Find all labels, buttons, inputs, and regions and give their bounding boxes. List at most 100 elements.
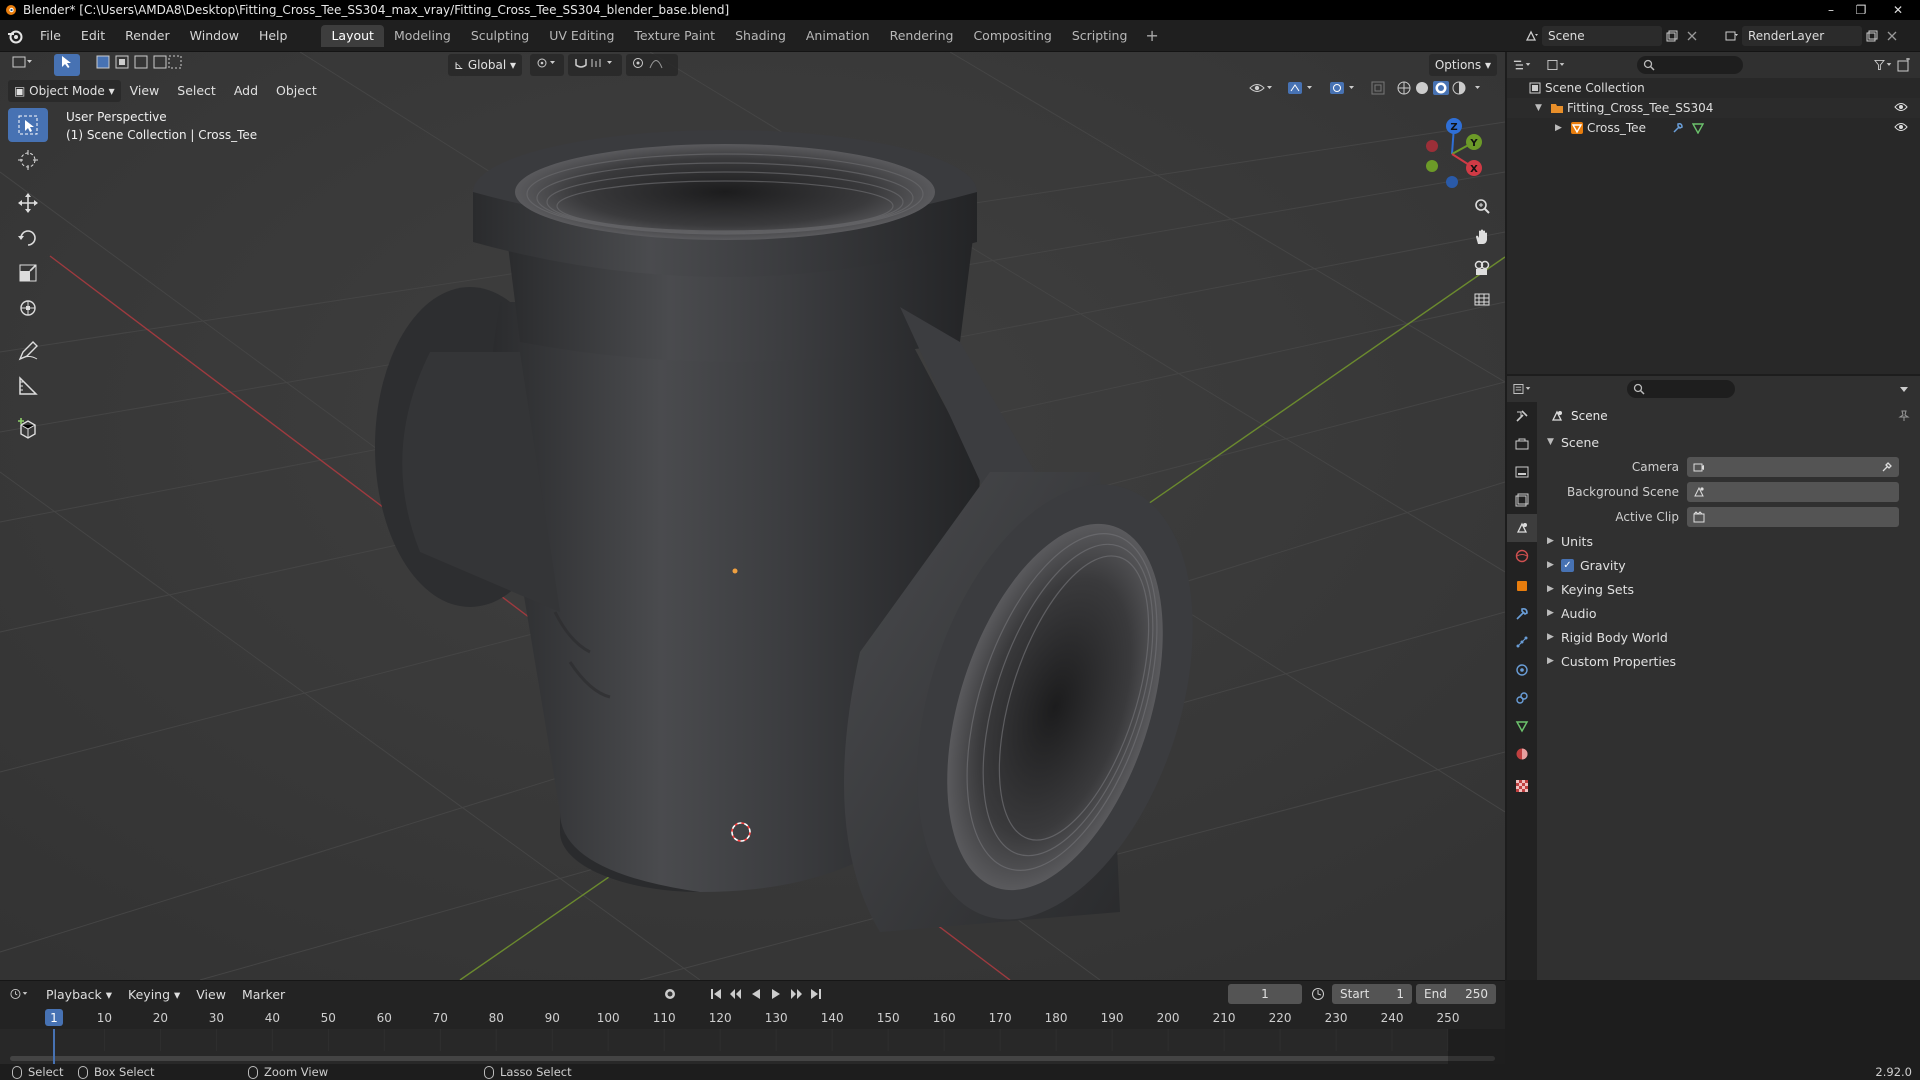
menu-window[interactable]: Window [180, 20, 249, 52]
expand-arrow-icon[interactable]: ▼ [1535, 103, 1547, 113]
zoom-icon[interactable] [1468, 192, 1496, 220]
menu-edit[interactable]: Edit [71, 20, 115, 52]
neg-z-axis-dot[interactable] [1446, 176, 1458, 188]
rigid-body-world-panel-header[interactable]: ▶ Rigid Body World [1537, 625, 1920, 649]
xray-toggle-icon[interactable] [1365, 80, 1391, 102]
new-scene-icon[interactable] [1662, 26, 1682, 46]
close-window-button[interactable]: ✕ [1876, 0, 1920, 20]
custom-properties-panel-header[interactable]: ▶ Custom Properties [1537, 649, 1920, 673]
tab-tool-settings[interactable] [1507, 402, 1537, 430]
transform-tool[interactable] [8, 291, 48, 325]
navigation-gizmo[interactable]: Z Y X [1410, 112, 1494, 196]
tab-modifier-properties[interactable] [1507, 600, 1537, 628]
record-keyframe-icon[interactable] [660, 984, 680, 1004]
tab-uv-editing[interactable]: UV Editing [539, 25, 624, 47]
tab-layout[interactable]: Layout [321, 24, 384, 47]
menu-help[interactable]: Help [249, 20, 298, 52]
tab-render-properties[interactable] [1507, 430, 1537, 458]
visibility-eye-icon[interactable] [1894, 121, 1908, 135]
jump-keyframe-forward-icon[interactable] [786, 984, 806, 1004]
start-frame-field[interactable]: Start 1 [1332, 984, 1412, 1004]
camera-view-icon[interactable] [1468, 254, 1496, 282]
camera-field[interactable] [1687, 456, 1899, 477]
viewport-menu-select[interactable]: Select [168, 80, 225, 102]
properties-options-icon[interactable] [1894, 379, 1914, 399]
neg-y-axis-dot[interactable] [1426, 160, 1438, 172]
play-reverse-icon[interactable] [746, 984, 766, 1004]
view-layer-name-field[interactable]: RenderLayer [1742, 26, 1862, 46]
tab-view-layer-properties[interactable] [1507, 486, 1537, 514]
tab-particle-properties[interactable] [1507, 628, 1537, 656]
blender-menu-icon[interactable] [0, 20, 30, 52]
keying-sets-panel-header[interactable]: ▶ Keying Sets [1537, 577, 1920, 601]
snap-toggle[interactable] [568, 54, 622, 76]
jump-start-icon[interactable] [706, 984, 726, 1004]
tab-physics-properties[interactable] [1507, 656, 1537, 684]
select-mode-icons[interactable] [90, 54, 188, 76]
scene-browse-icon[interactable] [1522, 26, 1542, 46]
tab-texture-properties[interactable] [1507, 772, 1537, 800]
new-collection-icon[interactable] [1894, 55, 1914, 75]
display-mode-icon[interactable] [1547, 55, 1567, 75]
tab-scene-properties[interactable] [1507, 514, 1537, 542]
delete-view-layer-icon[interactable] [1882, 26, 1902, 46]
add-cube-tool[interactable] [8, 412, 48, 446]
visibility-icon[interactable] [1243, 80, 1281, 102]
shading-mode-icons[interactable] [1391, 80, 1497, 102]
viewport-menu-add[interactable]: Add [225, 80, 267, 102]
delete-scene-icon[interactable] [1682, 26, 1702, 46]
preview-range-clock-icon[interactable] [1308, 984, 1328, 1004]
tab-data-properties[interactable] [1507, 712, 1537, 740]
outliner-scene-collection[interactable]: Scene Collection [1507, 78, 1920, 98]
select-box-tool[interactable] [8, 108, 48, 142]
tab-shading[interactable]: Shading [725, 25, 796, 47]
timeline-menu-playback[interactable]: Playback ▾ [38, 987, 120, 1002]
options-dropdown[interactable]: Options ▾ [1428, 54, 1497, 76]
filter-icon[interactable] [1874, 55, 1894, 75]
expand-arrow-icon[interactable]: ▶ [1555, 123, 1567, 133]
outliner-editor-type-icon[interactable] [1513, 55, 1533, 75]
orthographic-toggle-icon[interactable] [1468, 285, 1496, 313]
move-tool[interactable] [8, 186, 48, 220]
transform-orientation-dropdown[interactable]: ⊾ Global ▾ [448, 54, 522, 76]
audio-panel-header[interactable]: ▶ Audio [1537, 601, 1920, 625]
view-layer-browse-icon[interactable] [1722, 26, 1742, 46]
visibility-eye-icon[interactable] [1894, 101, 1908, 115]
modifier-wrench-icon[interactable] [1668, 118, 1688, 138]
timeline-editor-type-icon[interactable] [10, 984, 30, 1004]
scale-tool[interactable] [8, 256, 48, 290]
neg-x-axis-dot[interactable] [1426, 140, 1438, 152]
timeline-scrollbar[interactable] [10, 1056, 1495, 1061]
tab-rendering[interactable]: Rendering [880, 25, 964, 47]
select-tool-icon[interactable] [54, 54, 80, 76]
tab-sculpting[interactable]: Sculpting [461, 25, 539, 47]
add-workspace-button[interactable]: + [1137, 26, 1166, 45]
overlays-toggle-icon[interactable] [1323, 80, 1365, 102]
tab-modeling[interactable]: Modeling [384, 25, 461, 47]
timeline-menu-view[interactable]: View [188, 987, 234, 1002]
outliner-search-input[interactable] [1637, 56, 1743, 74]
properties-search-input[interactable] [1627, 380, 1735, 398]
tab-animation[interactable]: Animation [796, 25, 880, 47]
play-icon[interactable] [766, 984, 786, 1004]
current-frame-field[interactable]: 1 [1228, 984, 1302, 1004]
annotate-tool[interactable] [8, 334, 48, 368]
active-clip-field[interactable] [1687, 506, 1899, 527]
tab-texture-paint[interactable]: Texture Paint [624, 25, 725, 47]
pivot-point-dropdown[interactable] [530, 54, 564, 76]
gravity-checkbox[interactable]: ✓ [1561, 558, 1574, 572]
tab-compositing[interactable]: Compositing [963, 25, 1061, 47]
editor-type-icon[interactable] [6, 54, 40, 76]
scene-name-field[interactable]: Scene [1542, 26, 1662, 46]
gravity-panel-header[interactable]: ▶ ✓ Gravity [1537, 553, 1920, 577]
timeline-menu-keying[interactable]: Keying ▾ [120, 987, 188, 1002]
outliner-item-object[interactable]: ▶ Cross_Tee [1507, 118, 1920, 138]
outliner-item-collection[interactable]: ▼ Fitting_Cross_Tee_SS304 [1507, 98, 1920, 118]
viewport-canvas[interactable] [0, 52, 1505, 980]
proportional-editing-toggle[interactable] [626, 54, 678, 76]
timeline-track-area[interactable] [0, 1029, 1505, 1065]
units-panel-header[interactable]: ▶ Units [1537, 529, 1920, 553]
eyedropper-icon[interactable] [1881, 461, 1893, 473]
pan-hand-icon[interactable] [1468, 223, 1496, 251]
tab-object-properties[interactable] [1507, 572, 1537, 600]
